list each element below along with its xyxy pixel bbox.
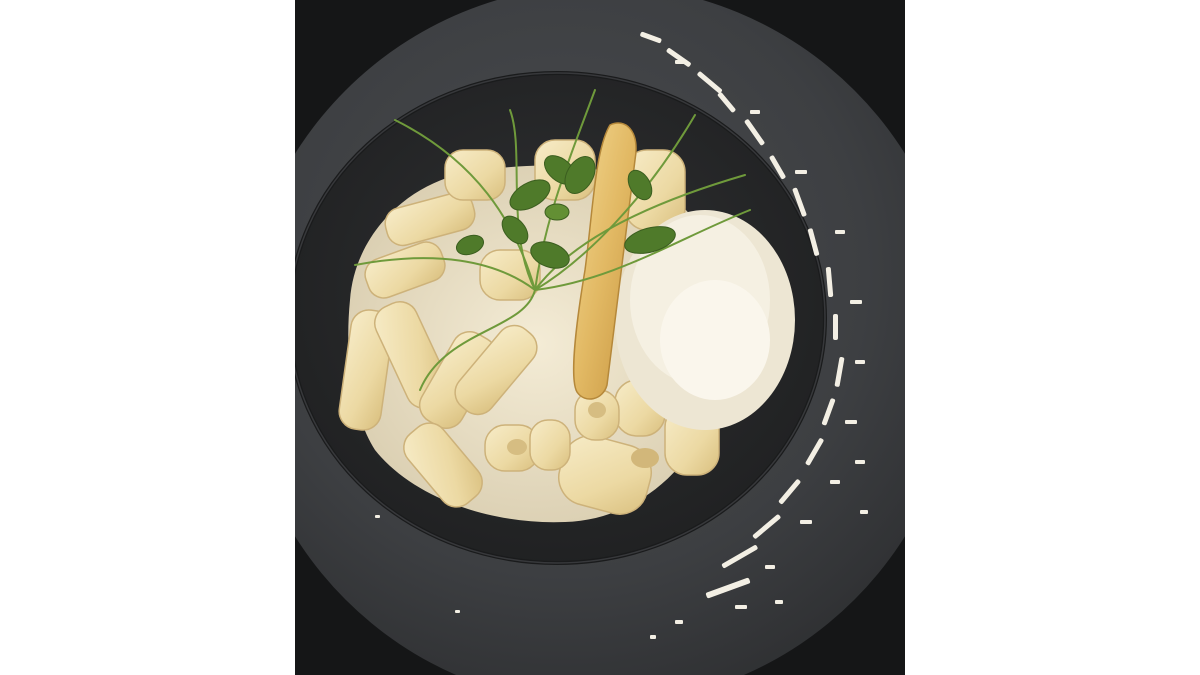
dish-photo bbox=[295, 0, 905, 675]
photo-frame bbox=[295, 0, 905, 675]
